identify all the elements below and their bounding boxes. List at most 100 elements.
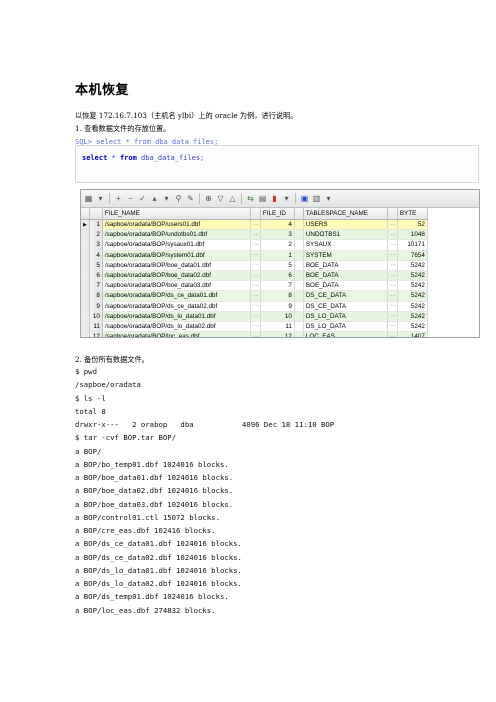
results-grid: ▦ ▾ + − ✓ ▴ ▾ ⚲ ✎ ⊕ ▽ △ ⇆ ▤ ▮ ▾ ▣ ▥ ▾ FI… xyxy=(80,189,480,338)
cell-file-name: /sapboe/oradata/BOP/system01.dbf xyxy=(102,250,251,261)
row-indicator xyxy=(81,301,90,312)
cell-bytes: 5242 xyxy=(397,301,428,312)
cell-spacer xyxy=(294,301,304,312)
shell-line: $ pwd xyxy=(75,367,97,376)
chevron-down-icon[interactable]: ▾ xyxy=(323,193,334,204)
cell-file-id: 10 xyxy=(260,311,295,322)
step-2-text: 2. 备份所有数据文件。 xyxy=(75,355,149,364)
shell-line: a BOP/bo_temp01.dbf 1024016 blocks. xyxy=(75,459,229,469)
cell-tablespace: DS_LO_DATA xyxy=(303,311,388,322)
cell-expand-icon: ··· xyxy=(387,321,398,333)
table-row[interactable]: 7/sapboe/oradata/BOP/boe_data03.dbf ··· 7 B… xyxy=(81,280,428,292)
binoculars-icon[interactable]: ⚲ xyxy=(173,193,184,204)
shell-line: a BOP/cre_eas.dbf 102416 blocks. xyxy=(75,526,216,535)
shell-line: a BOP/boe_data01.dbf 1024016 blocks. xyxy=(75,473,234,482)
check-icon[interactable]: ✓ xyxy=(137,193,148,204)
up-arrow-icon[interactable]: △ xyxy=(227,193,238,204)
cell-tablespace: DS_LO_DATA xyxy=(303,321,388,333)
table-icon[interactable]: ▤ xyxy=(257,193,268,204)
row-indicator xyxy=(81,270,90,282)
grid-toolbar: ▦ ▾ + − ✓ ▴ ▾ ⚲ ✎ ⊕ ▽ △ ⇆ ▤ ▮ ▾ ▣ ▥ ▾ xyxy=(81,190,479,208)
chevron-down-icon[interactable]: ▾ xyxy=(281,193,292,204)
eraser-icon[interactable]: ✎ xyxy=(185,193,196,204)
shell-line: a BOP/ds_temp01.dbf 1024016 blocks. xyxy=(75,592,229,602)
cell-spacer xyxy=(294,239,304,251)
cell-file-name: /sapboe/oradata/BOP/ds_ce_data02.dbf xyxy=(102,301,251,312)
cell-expand-icon: ··· xyxy=(250,311,261,322)
sql-query: select * from dba_data_files; xyxy=(82,154,205,162)
lock-icon[interactable]: ⊕ xyxy=(203,193,214,204)
minus-icon[interactable]: − xyxy=(125,193,136,204)
row-number: 9 xyxy=(89,301,103,312)
down-arrow-icon[interactable]: ▽ xyxy=(215,193,226,204)
table-row[interactable]: 2/sapboe/oradata/BOP/undotbs01.dbf ··· 3 UN… xyxy=(81,229,428,241)
row-number: 1 xyxy=(89,219,103,231)
bar-chart-icon[interactable]: ▮ xyxy=(269,193,280,204)
shell-line: a BOP/boe_data03.dbf 1024016 blocks. xyxy=(75,499,234,509)
cell-spacer xyxy=(294,229,304,241)
shell-line: a BOP/ xyxy=(75,446,102,456)
table-row[interactable]: 12/sapboe/oradata/BOP/loc_eas.dbf ··· 12 LO… xyxy=(81,331,428,337)
cell-tablespace: UNDOTBS1 xyxy=(303,229,388,241)
cell-bytes: 1048 xyxy=(397,229,428,241)
cell-spacer xyxy=(294,290,304,302)
down-icon[interactable]: ▾ xyxy=(161,193,172,204)
table-row[interactable]: 6/sapboe/oradata/BOP/boe_data02.dbf ··· 6 B… xyxy=(81,270,428,282)
row-indicator xyxy=(81,250,90,261)
cell-expand-icon: ··· xyxy=(250,280,261,292)
grid-icon[interactable]: ▦ xyxy=(83,193,94,204)
results-table: FILE_NAME FILE_ID TABLESPACE_NAME BYTE ▶… xyxy=(81,208,428,337)
table-row[interactable]: 9/sapboe/oradata/BOP/ds_ce_data02.dbf ···… xyxy=(81,301,428,312)
shell-line: a BOP/ds_lo_data02.dbf 1024016 blocks. xyxy=(75,579,242,588)
col-file-id[interactable]: FILE_ID xyxy=(260,208,295,220)
shell-line: $ tar -cvf BOP.tar BOP/ xyxy=(75,433,177,443)
row-indicator: ▶ xyxy=(81,219,90,231)
table-row[interactable]: ▶ 1/sapboe/oradata/BOP/users01.dbf ··· 4 USE… xyxy=(81,219,428,231)
cell-spacer xyxy=(294,219,304,231)
cell-bytes: 10171 xyxy=(397,239,428,251)
cell-bytes: 5242 xyxy=(397,311,428,322)
row-number: 5 xyxy=(89,260,103,271)
table-row[interactable]: 11/sapboe/oradata/BOP/ds_lo_data02.dbf ··… xyxy=(81,321,428,333)
cell-expand-icon: ··· xyxy=(387,260,398,271)
table-row[interactable]: 3/sapboe/oradata/BOP/sysaux01.dbf ··· 2 SYS… xyxy=(81,239,428,251)
export-icon[interactable]: ⇆ xyxy=(245,193,256,204)
page-title: 本机恢复 xyxy=(75,83,130,98)
table-row[interactable]: 10/sapboe/oradata/BOP/ds_lo_data01.dbf ··… xyxy=(81,311,428,322)
shell-line: a BOP/boe_data02.dbf 1024016 blocks. xyxy=(75,486,234,496)
save-icon[interactable]: ▣ xyxy=(299,193,310,204)
up-icon[interactable]: ▴ xyxy=(149,193,160,204)
cell-file-id: 6 xyxy=(260,270,295,282)
table-row[interactable]: 8/sapboe/oradata/BOP/ds_ce_data01.dbf ···… xyxy=(81,290,428,302)
cell-spacer xyxy=(294,311,304,322)
intro-text: 以恢复 172.16.7.103（主机名 ylbi）上的 oracle 为例，进… xyxy=(75,111,298,120)
col-tablespace[interactable]: TABLESPACE_NAME xyxy=(303,208,388,220)
cell-file-id: 7 xyxy=(260,280,295,292)
table-row[interactable]: 5/sapboe/oradata/BOP/boe_data01.dbf ··· 5 B… xyxy=(81,260,428,271)
cell-expand-icon: ··· xyxy=(250,321,261,333)
cell-expand-icon: ··· xyxy=(387,229,398,241)
chart-icon[interactable]: ▥ xyxy=(311,193,322,204)
cell-bytes: 5242 xyxy=(397,270,428,282)
row-number: 12 xyxy=(89,331,103,337)
col-bytes[interactable]: BYTE xyxy=(397,208,428,220)
table-row[interactable]: 4/sapboe/oradata/BOP/system01.dbf ··· 1 SYS… xyxy=(81,250,428,261)
cell-spacer xyxy=(294,331,304,337)
cell-tablespace: USERS xyxy=(303,219,388,231)
row-number: 7 xyxy=(89,280,103,292)
col-file-name[interactable]: FILE_NAME xyxy=(102,208,251,220)
cell-file-name: /sapboe/oradata/BOP/undotbs01.dbf xyxy=(102,229,251,241)
row-number: 6 xyxy=(89,270,103,282)
row-number: 8 xyxy=(89,290,103,302)
sql-editor[interactable]: select * from dba_data_files; xyxy=(75,145,479,183)
cell-bytes: 5242 xyxy=(397,280,428,292)
cell-tablespace: SYSTEM xyxy=(303,250,388,261)
chevron-down-icon[interactable]: ▾ xyxy=(95,193,106,204)
cell-file-id: 4 xyxy=(260,219,295,231)
row-indicator xyxy=(81,280,90,292)
cell-tablespace: BOE_DATA xyxy=(303,270,388,282)
cell-bytes: 5242 xyxy=(397,260,428,271)
plus-icon[interactable]: + xyxy=(113,193,124,204)
shell-line: a BOP/loc_eas.dbf 274832 blocks. xyxy=(75,605,216,615)
row-indicator xyxy=(81,311,90,322)
